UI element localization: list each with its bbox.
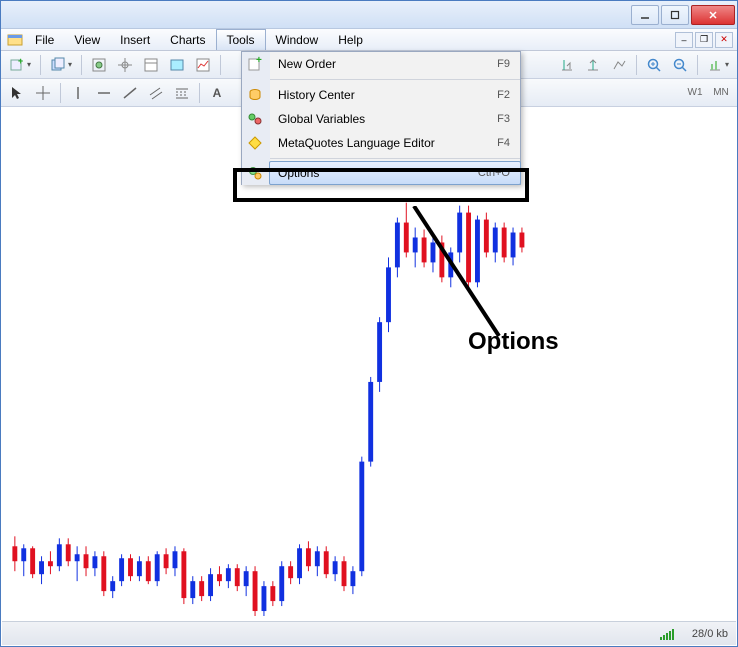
- data-window-button[interactable]: [139, 54, 163, 76]
- mdi-controls: – ❐ ✕: [675, 29, 737, 50]
- toolbar-separator: [60, 83, 61, 103]
- menu-item-shortcut: F2: [497, 89, 510, 101]
- menu-charts[interactable]: Charts: [160, 29, 215, 50]
- status-kb: 28/0 kb: [692, 628, 728, 640]
- menu-insert[interactable]: Insert: [110, 29, 160, 50]
- chart-shift-button[interactable]: [607, 54, 631, 76]
- menu-view[interactable]: View: [64, 29, 110, 50]
- auto-scroll-button[interactable]: [581, 54, 605, 76]
- menu-item-shortcut: F4: [497, 137, 510, 149]
- fibonacci-button[interactable]: [170, 82, 194, 104]
- app-icon: [5, 29, 25, 50]
- menu-label: Help: [338, 33, 363, 47]
- menu-item-shortcut: F3: [497, 113, 510, 125]
- options-icon: [246, 164, 264, 182]
- menu-item-global-variables[interactable]: Global Variables F3: [270, 107, 520, 131]
- toolbar-separator: [199, 83, 200, 103]
- menu-separator: [270, 79, 520, 80]
- zoom-in-button[interactable]: [642, 54, 666, 76]
- shift-end-button[interactable]: [555, 54, 579, 76]
- globals-icon: [246, 110, 264, 128]
- window-maximize-button[interactable]: [661, 5, 689, 25]
- titlebar: [1, 1, 737, 29]
- window-close-button[interactable]: [691, 5, 735, 25]
- menu-item-history-center[interactable]: History Center F2: [270, 83, 520, 107]
- menu-item-label: MetaQuotes Language Editor: [270, 136, 497, 150]
- menu-item-shortcut: F9: [497, 58, 510, 70]
- new-chart-button[interactable]: +: [5, 54, 35, 76]
- menu-label: Tools: [227, 33, 255, 47]
- crosshair-button[interactable]: [31, 82, 55, 104]
- menu-item-options[interactable]: Options Ctrl+O: [269, 161, 521, 185]
- menu-help[interactable]: Help: [328, 29, 373, 50]
- menubar: File View Insert Charts Tools Window Hel…: [1, 29, 737, 51]
- mdi-minimize-button[interactable]: –: [675, 32, 693, 48]
- menu-window[interactable]: Window: [266, 29, 329, 50]
- vertical-line-button[interactable]: [66, 82, 90, 104]
- menu-item-shortcut: Ctrl+O: [478, 167, 510, 179]
- timeframe-mn-button[interactable]: MN: [709, 82, 733, 104]
- toolbar-separator: [697, 55, 698, 75]
- menu-item-metaeditor[interactable]: MetaQuotes Language Editor F4: [270, 131, 520, 155]
- tb-label: W1: [688, 87, 703, 98]
- terminal-button[interactable]: [165, 54, 189, 76]
- window-minimize-button[interactable]: [631, 5, 659, 25]
- menu-separator: [270, 158, 520, 159]
- menu-label: File: [35, 33, 54, 47]
- toolbar-separator: [220, 55, 221, 75]
- indicators-button[interactable]: [703, 54, 733, 76]
- text-label-button[interactable]: A: [205, 82, 229, 104]
- app-window: File View Insert Charts Tools Window Hel…: [0, 0, 738, 647]
- menu-tools[interactable]: Tools: [216, 29, 266, 50]
- menu-item-label: New Order: [270, 57, 497, 71]
- menu-label: Window: [276, 33, 319, 47]
- connection-icon: [660, 628, 680, 640]
- new-order-icon: +: [246, 55, 264, 73]
- menu-label: View: [74, 33, 100, 47]
- toolbar-separator: [636, 55, 637, 75]
- market-watch-button[interactable]: [87, 54, 111, 76]
- mdi-restore-button[interactable]: ❐: [695, 32, 713, 48]
- menu-item-label: History Center: [270, 88, 497, 102]
- menu-item-label: Global Variables: [270, 112, 497, 126]
- toolbar-separator: [40, 55, 41, 75]
- menu-file[interactable]: File: [25, 29, 64, 50]
- toolbar-separator: [81, 55, 82, 75]
- menu-label: Insert: [120, 33, 150, 47]
- svg-text:+: +: [256, 56, 262, 66]
- menu-item-new-order[interactable]: + New Order F9: [270, 52, 520, 76]
- statusbar: 28/0 kb: [2, 621, 736, 645]
- cursor-button[interactable]: [5, 82, 29, 104]
- horizontal-line-button[interactable]: [92, 82, 116, 104]
- navigator-button[interactable]: [113, 54, 137, 76]
- tools-dropdown: + New Order F9 History Center F2 Global …: [241, 51, 521, 185]
- zoom-out-button[interactable]: [668, 54, 692, 76]
- timeframe-w1-button[interactable]: W1: [683, 82, 707, 104]
- trendline-button[interactable]: [118, 82, 142, 104]
- tb-label: MN: [713, 87, 729, 98]
- profiles-button[interactable]: [46, 54, 76, 76]
- equidistant-channel-button[interactable]: [144, 82, 168, 104]
- menu-label: Charts: [170, 33, 205, 47]
- menu-item-label: Options: [270, 166, 478, 180]
- mdi-close-button[interactable]: ✕: [715, 32, 733, 48]
- strategy-tester-button[interactable]: [191, 54, 215, 76]
- svg-text:+: +: [18, 57, 23, 66]
- history-icon: [246, 86, 264, 104]
- editor-icon: [246, 134, 264, 152]
